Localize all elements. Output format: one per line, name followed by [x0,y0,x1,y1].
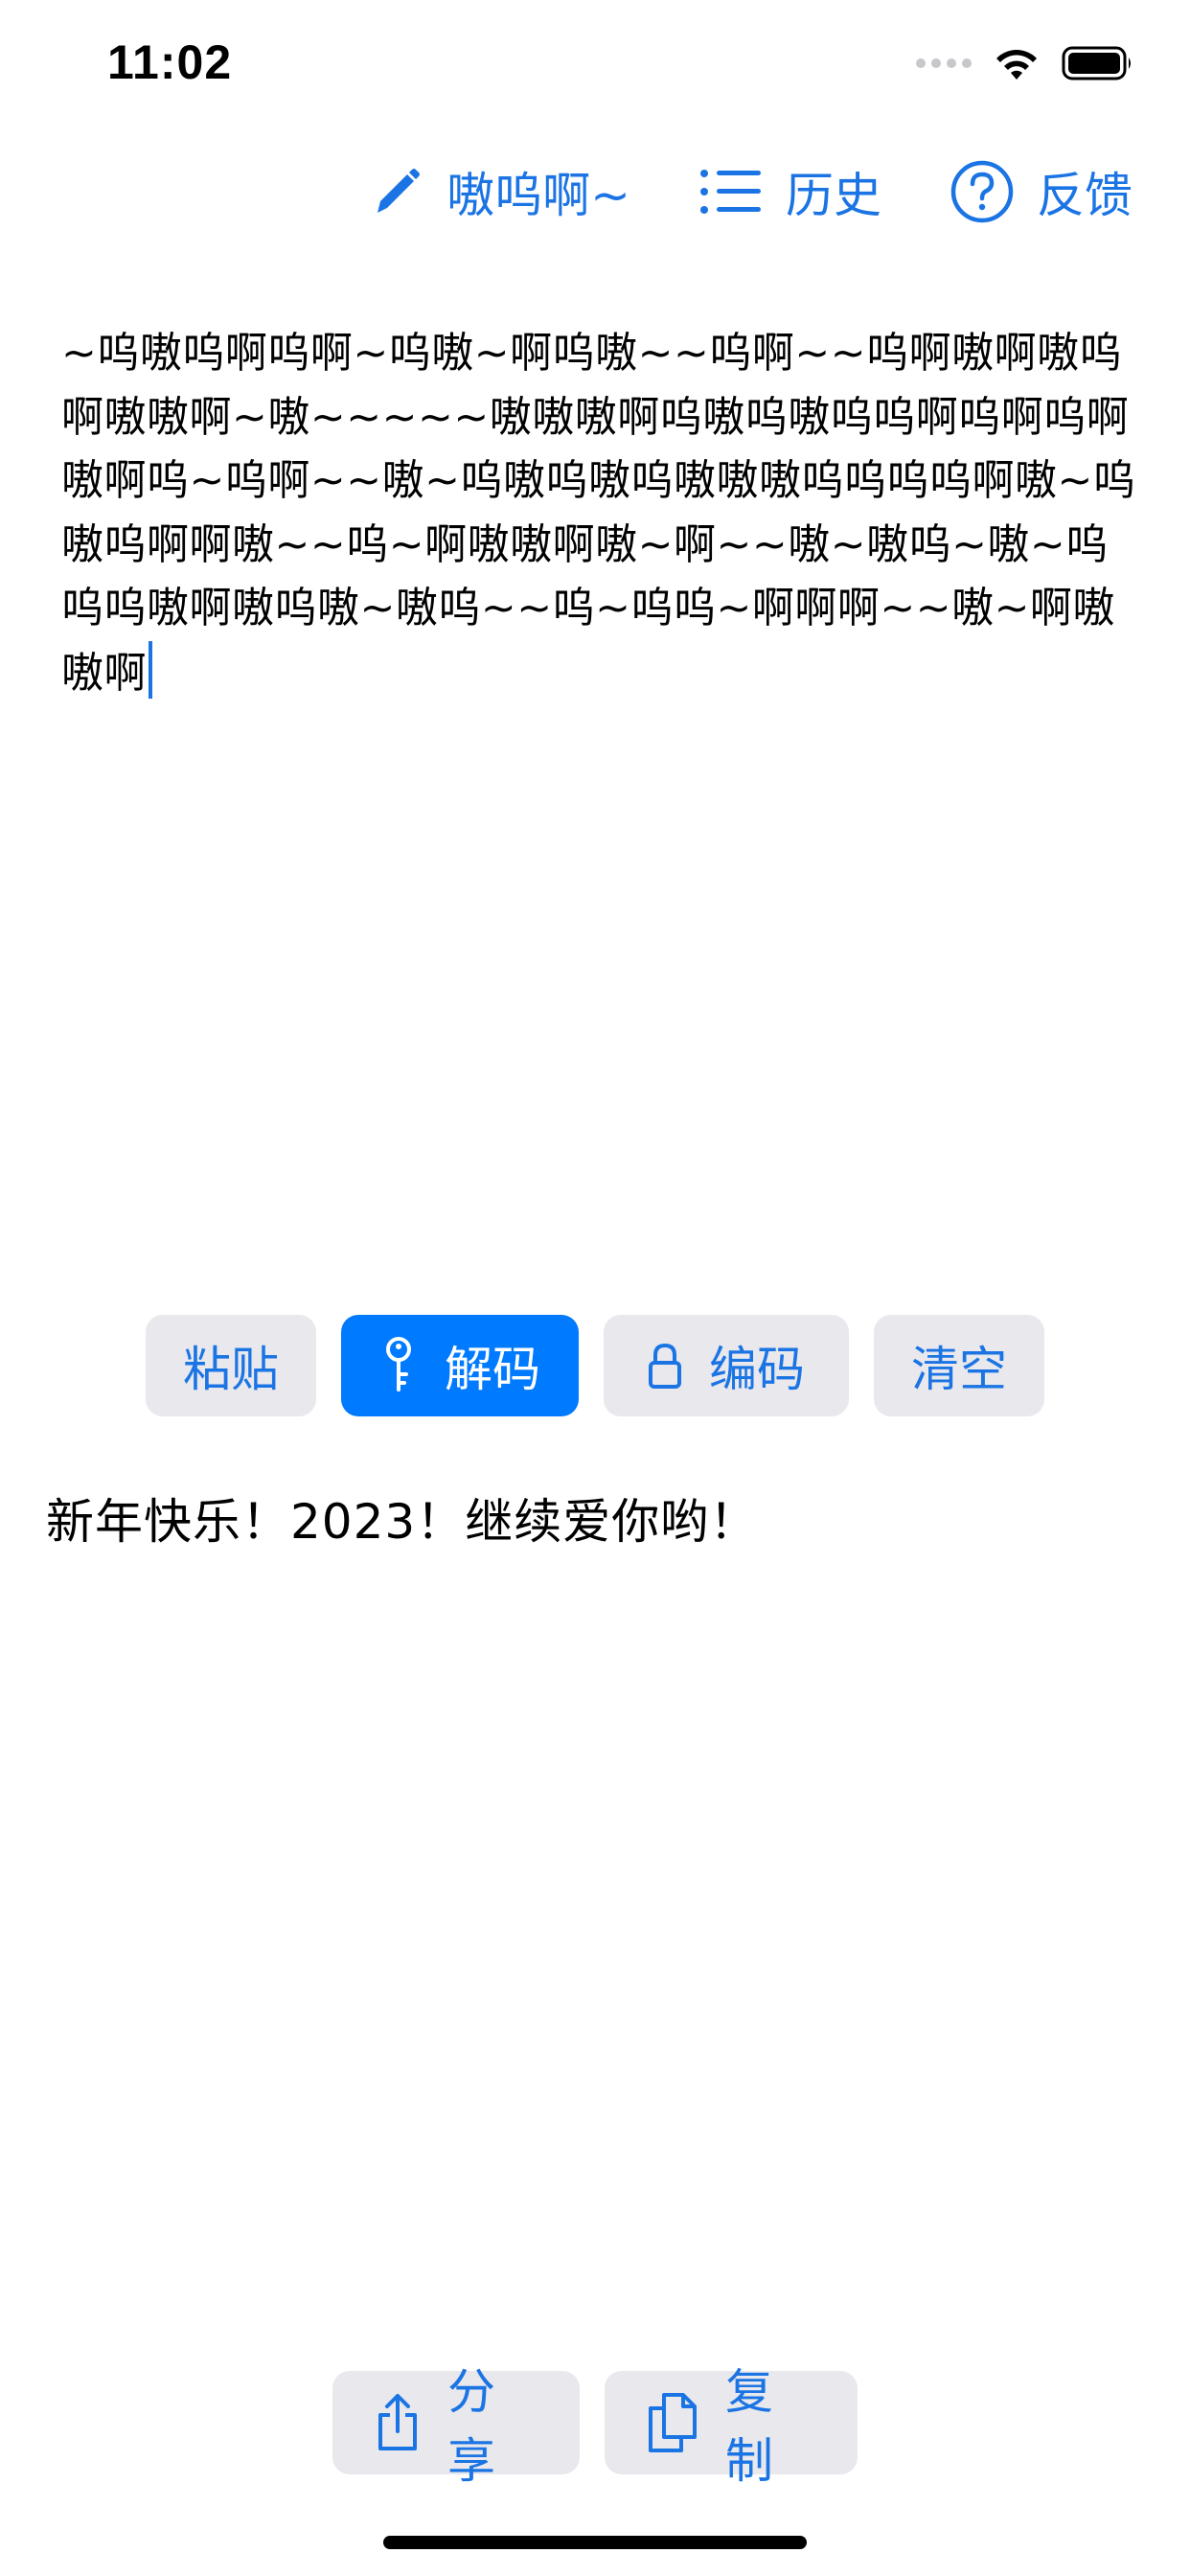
wifi-icon [996,50,1037,80]
mode-label: 嗷呜啊~ [446,168,630,223]
encode-label: 编码 [709,1342,805,1397]
share-icon [375,2393,421,2452]
feedback-button[interactable]: 反馈 [950,157,1133,226]
status-time: 11:02 [107,35,233,89]
clear-button[interactable]: 清空 [874,1315,1044,1416]
mode-button[interactable]: 嗷呜啊~ [370,157,630,226]
share-label: 分享 [447,2364,495,2489]
input-text: ~呜嗷呜啊呜啊~呜嗷~啊呜嗷~~呜啊~~呜啊嗷啊嗷呜啊嗷嗷啊~嗷~~~~~嗷嗷嗷… [61,329,1136,698]
bottom-actions: 分享 复制 [0,2364,1190,2489]
action-buttons: 粘贴 解码 编码 清空 [0,1315,1190,1416]
key-icon [379,1336,418,1395]
battery-icon [1062,46,1131,80]
history-button[interactable]: 历史 [699,157,881,226]
clear-label: 清空 [911,1342,1007,1397]
pencil-icon [370,165,423,218]
list-icon [699,166,763,218]
output-text: 新年快乐！2023！继续爱你哟！ [46,1494,759,1550]
lock-icon [648,1342,682,1390]
text-caret [149,640,152,699]
encode-button[interactable]: 编码 [604,1315,849,1416]
feedback-label: 反馈 [1037,168,1133,223]
history-label: 历史 [786,168,881,223]
cellular-signal-icon [916,58,972,68]
status-indicators [916,42,1134,84]
input-text-area[interactable]: ~呜嗷呜啊呜啊~呜嗷~啊呜嗷~~呜啊~~呜啊嗷啊嗷呜啊嗷嗷啊~嗷~~~~~嗷嗷嗷… [61,322,1138,705]
decode-label: 解码 [445,1342,540,1397]
top-nav: 嗷呜啊~ 历史 反馈 [370,153,1133,230]
decode-button[interactable]: 解码 [341,1315,579,1416]
question-circle-icon [950,160,1014,223]
copy-label: 复制 [725,2364,773,2489]
paste-button[interactable]: 粘贴 [146,1315,316,1416]
home-indicator[interactable] [383,2536,807,2549]
paste-label: 粘贴 [183,1342,279,1397]
share-button[interactable]: 分享 [332,2364,580,2489]
copy-button[interactable]: 复制 [605,2364,858,2489]
copy-docs-icon [647,2391,698,2454]
